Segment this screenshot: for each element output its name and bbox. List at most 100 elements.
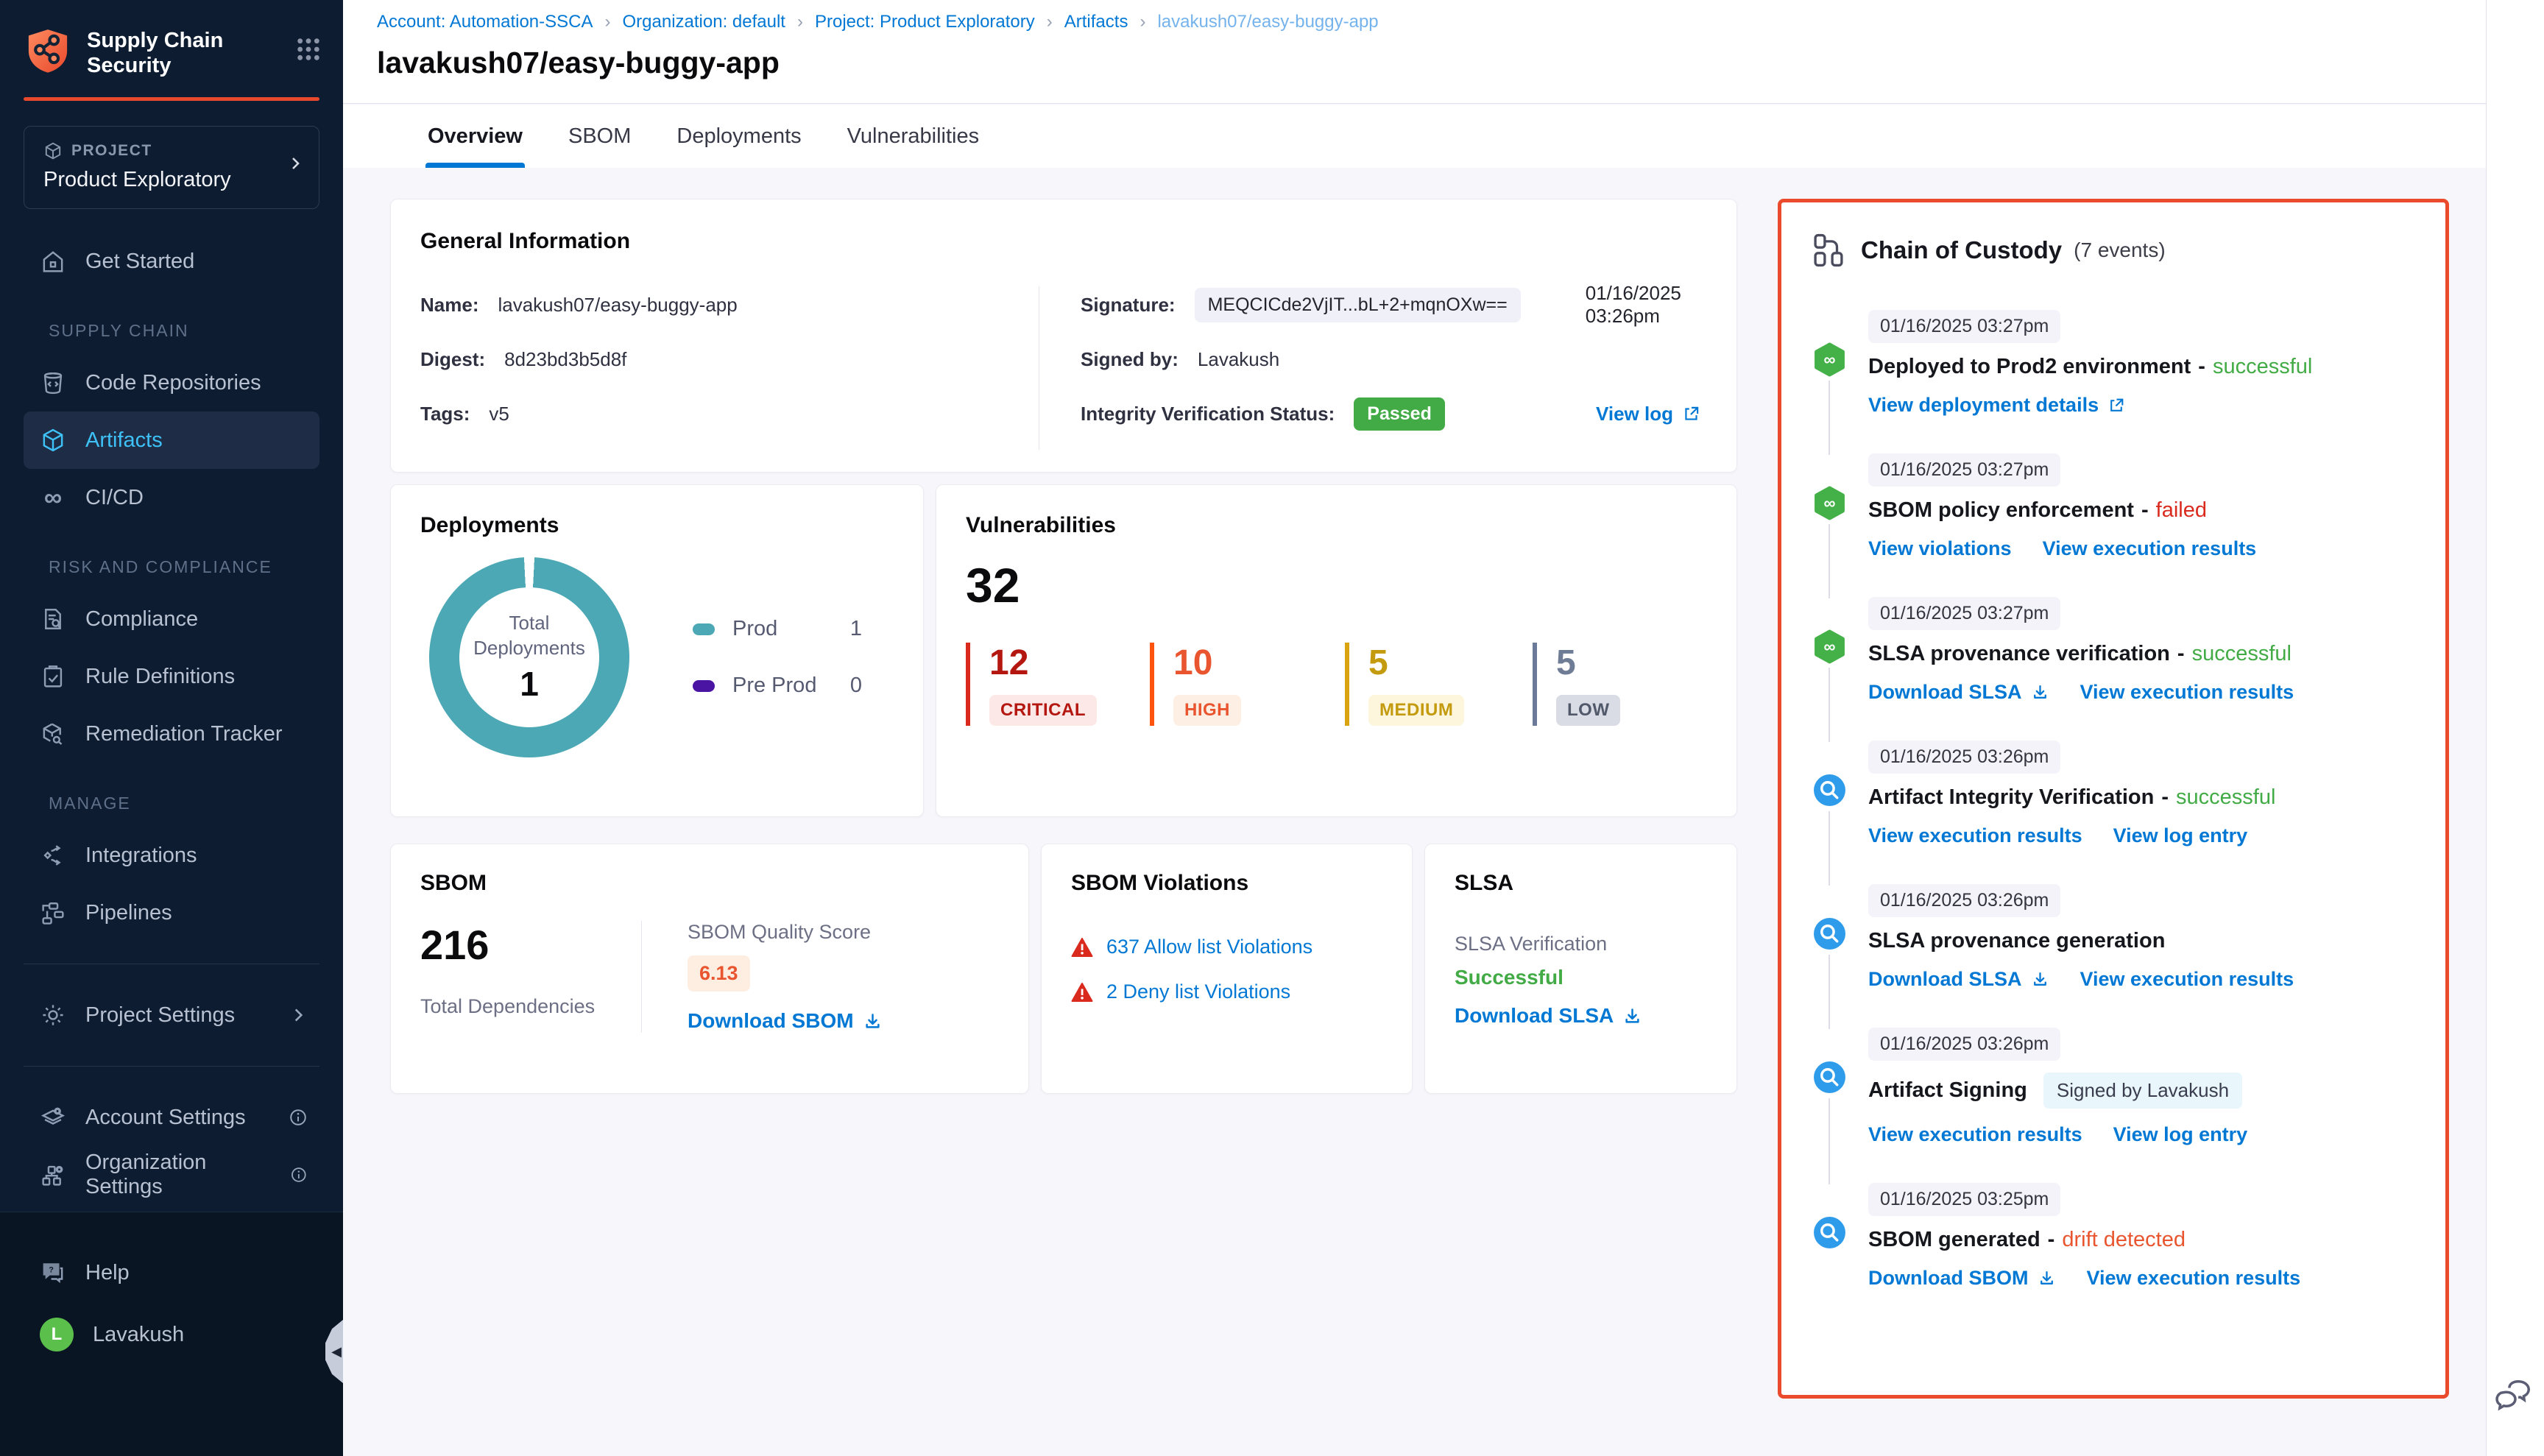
- chain-of-custody-icon: [1812, 233, 1845, 267]
- breadcrumb-artifacts[interactable]: Artifacts: [1064, 12, 1128, 32]
- svg-text:∞: ∞: [1823, 494, 1835, 512]
- card-title: Deployments: [420, 513, 894, 538]
- gear-icon: [40, 1002, 66, 1028]
- sidebar-item-label: CI/CD: [85, 486, 144, 510]
- tab-deployments[interactable]: Deployments: [674, 105, 803, 168]
- event-title: Artifact Signing: [1868, 1078, 2027, 1103]
- view-execution-results-link[interactable]: View execution results: [1868, 824, 2082, 847]
- low-badge: LOW: [1556, 695, 1620, 726]
- sidebar-item-get-started[interactable]: Get Started: [24, 233, 319, 290]
- sidebar-item-compliance[interactable]: Compliance: [24, 590, 319, 648]
- event-title: Deployed to Prod2 environment: [1868, 355, 2191, 379]
- breadcrumb-current[interactable]: lavakush07/easy-buggy-app: [1157, 12, 1378, 32]
- prod-swatch-icon: [693, 623, 715, 635]
- breadcrumb-project[interactable]: Project: Product Exploratory: [815, 12, 1035, 32]
- download-icon: [1622, 1006, 1642, 1026]
- view-log-entry-link[interactable]: View log entry: [2113, 824, 2248, 847]
- sidebar-item-artifacts[interactable]: Artifacts: [24, 411, 319, 469]
- deny-list-violations-link[interactable]: 2 Deny list Violations: [1106, 980, 1290, 1003]
- cicd-infinity-icon: ∞: [40, 484, 66, 511]
- tags-label: Tags:: [420, 403, 470, 425]
- deny-list-violations-row: 2 Deny list Violations: [1071, 980, 1382, 1003]
- collapse-arrow-icon: ◀: [331, 1344, 342, 1360]
- sidebar-item-label: Remediation Tracker: [85, 722, 283, 746]
- sidebar-item-label: Help: [85, 1261, 130, 1285]
- warning-triangle-icon: [1071, 982, 1093, 1003]
- support-chat-icon[interactable]: [2495, 1379, 2535, 1416]
- general-information-card: General Information Name: lavakush07/eas…: [390, 199, 1737, 473]
- sidebar-item-cicd[interactable]: ∞ CI/CD: [24, 469, 319, 526]
- svg-text:∞: ∞: [1823, 637, 1835, 656]
- external-link-icon: [1682, 404, 1701, 423]
- account-settings-layers-icon: [40, 1104, 66, 1131]
- breadcrumb-organization[interactable]: Organization: default: [622, 12, 785, 32]
- integrations-icon: [40, 842, 66, 869]
- sidebar-item-label: Get Started: [85, 250, 194, 274]
- view-log-link[interactable]: View log: [1596, 403, 1701, 425]
- info-icon: [289, 1108, 308, 1127]
- deployments-legend: Prod 1 Pre Prod 0: [693, 617, 862, 698]
- module-grid-icon[interactable]: [296, 37, 321, 62]
- download-icon: [2031, 683, 2049, 702]
- overview-left-column: General Information Name: lavakush07/eas…: [390, 199, 1737, 1456]
- verification-scan-icon: [1812, 1060, 1847, 1095]
- sidebar-item-integrations[interactable]: Integrations: [24, 827, 319, 884]
- custody-event: ∞ 01/16/2025 03:27pm SBOM policy enforce…: [1812, 453, 2416, 597]
- sidebar-item-label: Project Settings: [85, 1003, 235, 1028]
- view-execution-results-link[interactable]: View execution results: [1868, 1123, 2082, 1146]
- custody-event: ∞ 01/16/2025 03:27pm SLSA provenance ver…: [1812, 597, 2416, 741]
- tab-overview[interactable]: Overview: [425, 105, 525, 168]
- sidebar-item-code-repositories[interactable]: Code Repositories: [24, 354, 319, 411]
- view-execution-results-link[interactable]: View execution results: [2080, 968, 2294, 991]
- download-slsa-link[interactable]: Download SLSA: [1868, 681, 2049, 704]
- sidebar-item-user[interactable]: L Lavakush: [24, 1304, 319, 1365]
- signature-value[interactable]: MEQCICde2VjIT...bL+2+mqnOXw==: [1195, 288, 1521, 322]
- card-title: Vulnerabilities: [966, 513, 1707, 538]
- event-title: SBOM generated: [1868, 1228, 2041, 1252]
- chain-of-custody-title: Chain of Custody: [1861, 236, 2062, 264]
- breadcrumb-account[interactable]: Account: Automation-SSCA: [377, 12, 593, 32]
- project-selector[interactable]: PROJECT Product Exploratory: [24, 126, 319, 209]
- view-violations-link[interactable]: View violations: [1868, 537, 2012, 560]
- chain-of-custody-count: (7 events): [2074, 238, 2166, 262]
- download-sbom-link[interactable]: Download SBOM: [688, 1009, 883, 1033]
- nav-heading-manage: MANAGE: [49, 794, 343, 813]
- view-execution-results-link[interactable]: View execution results: [2080, 681, 2294, 704]
- event-timestamp: 01/16/2025 03:26pm: [1868, 741, 2060, 774]
- compliance-document-icon: [40, 606, 66, 632]
- download-slsa-link[interactable]: Download SLSA: [1455, 1004, 1642, 1028]
- event-title: Artifact Integrity Verification: [1868, 785, 2154, 810]
- allow-list-violations-link[interactable]: 637 Allow list Violations: [1106, 936, 1312, 958]
- critical-count: 12: [989, 643, 1150, 683]
- sidebar-item-label: Code Repositories: [85, 371, 261, 395]
- view-execution-results-link[interactable]: View execution results: [2043, 537, 2257, 560]
- download-slsa-link[interactable]: Download SLSA: [1868, 968, 2049, 991]
- sidebar-item-organization-settings[interactable]: Organization Settings: [24, 1146, 319, 1204]
- download-sbom-link[interactable]: Download SBOM: [1868, 1267, 2056, 1290]
- tab-vulnerabilities[interactable]: Vulnerabilities: [845, 105, 981, 168]
- digest-label: Digest:: [420, 348, 485, 371]
- sidebar-item-help[interactable]: ? Help: [24, 1242, 319, 1304]
- legend-item-pre-prod: Pre Prod 0: [693, 674, 862, 698]
- view-log-entry-link[interactable]: View log entry: [2113, 1123, 2248, 1146]
- sidebar-item-project-settings[interactable]: Project Settings: [24, 986, 319, 1044]
- sidebar-item-pipelines[interactable]: Pipelines: [24, 884, 319, 941]
- legend-label: Pre Prod: [732, 674, 816, 698]
- event-timestamp: 01/16/2025 03:27pm: [1868, 453, 2060, 487]
- artifact-name-value: lavakush07/easy-buggy-app: [498, 294, 737, 317]
- custody-event: 01/16/2025 03:25pm SBOM generated - drif…: [1812, 1183, 2416, 1326]
- custody-event: 01/16/2025 03:26pm SLSA provenance gener…: [1812, 884, 2416, 1028]
- event-status: successful: [2213, 355, 2312, 379]
- high-count: 10: [1173, 643, 1345, 683]
- tab-sbom[interactable]: SBOM: [566, 105, 633, 168]
- medium-count: 5: [1368, 643, 1533, 683]
- sidebar-item-label: Artifacts: [85, 428, 163, 453]
- sidebar-divider: [24, 1066, 319, 1067]
- sidebar-item-rule-definitions[interactable]: Rule Definitions: [24, 648, 319, 705]
- legend-label: Prod: [732, 617, 777, 641]
- sidebar-item-remediation-tracker[interactable]: Remediation Tracker: [24, 705, 319, 763]
- view-deployment-details-link[interactable]: View deployment details: [1868, 394, 2126, 417]
- view-execution-results-link[interactable]: View execution results: [2087, 1267, 2301, 1290]
- card-title: SBOM: [420, 871, 999, 896]
- sidebar-item-account-settings[interactable]: Account Settings: [24, 1089, 319, 1146]
